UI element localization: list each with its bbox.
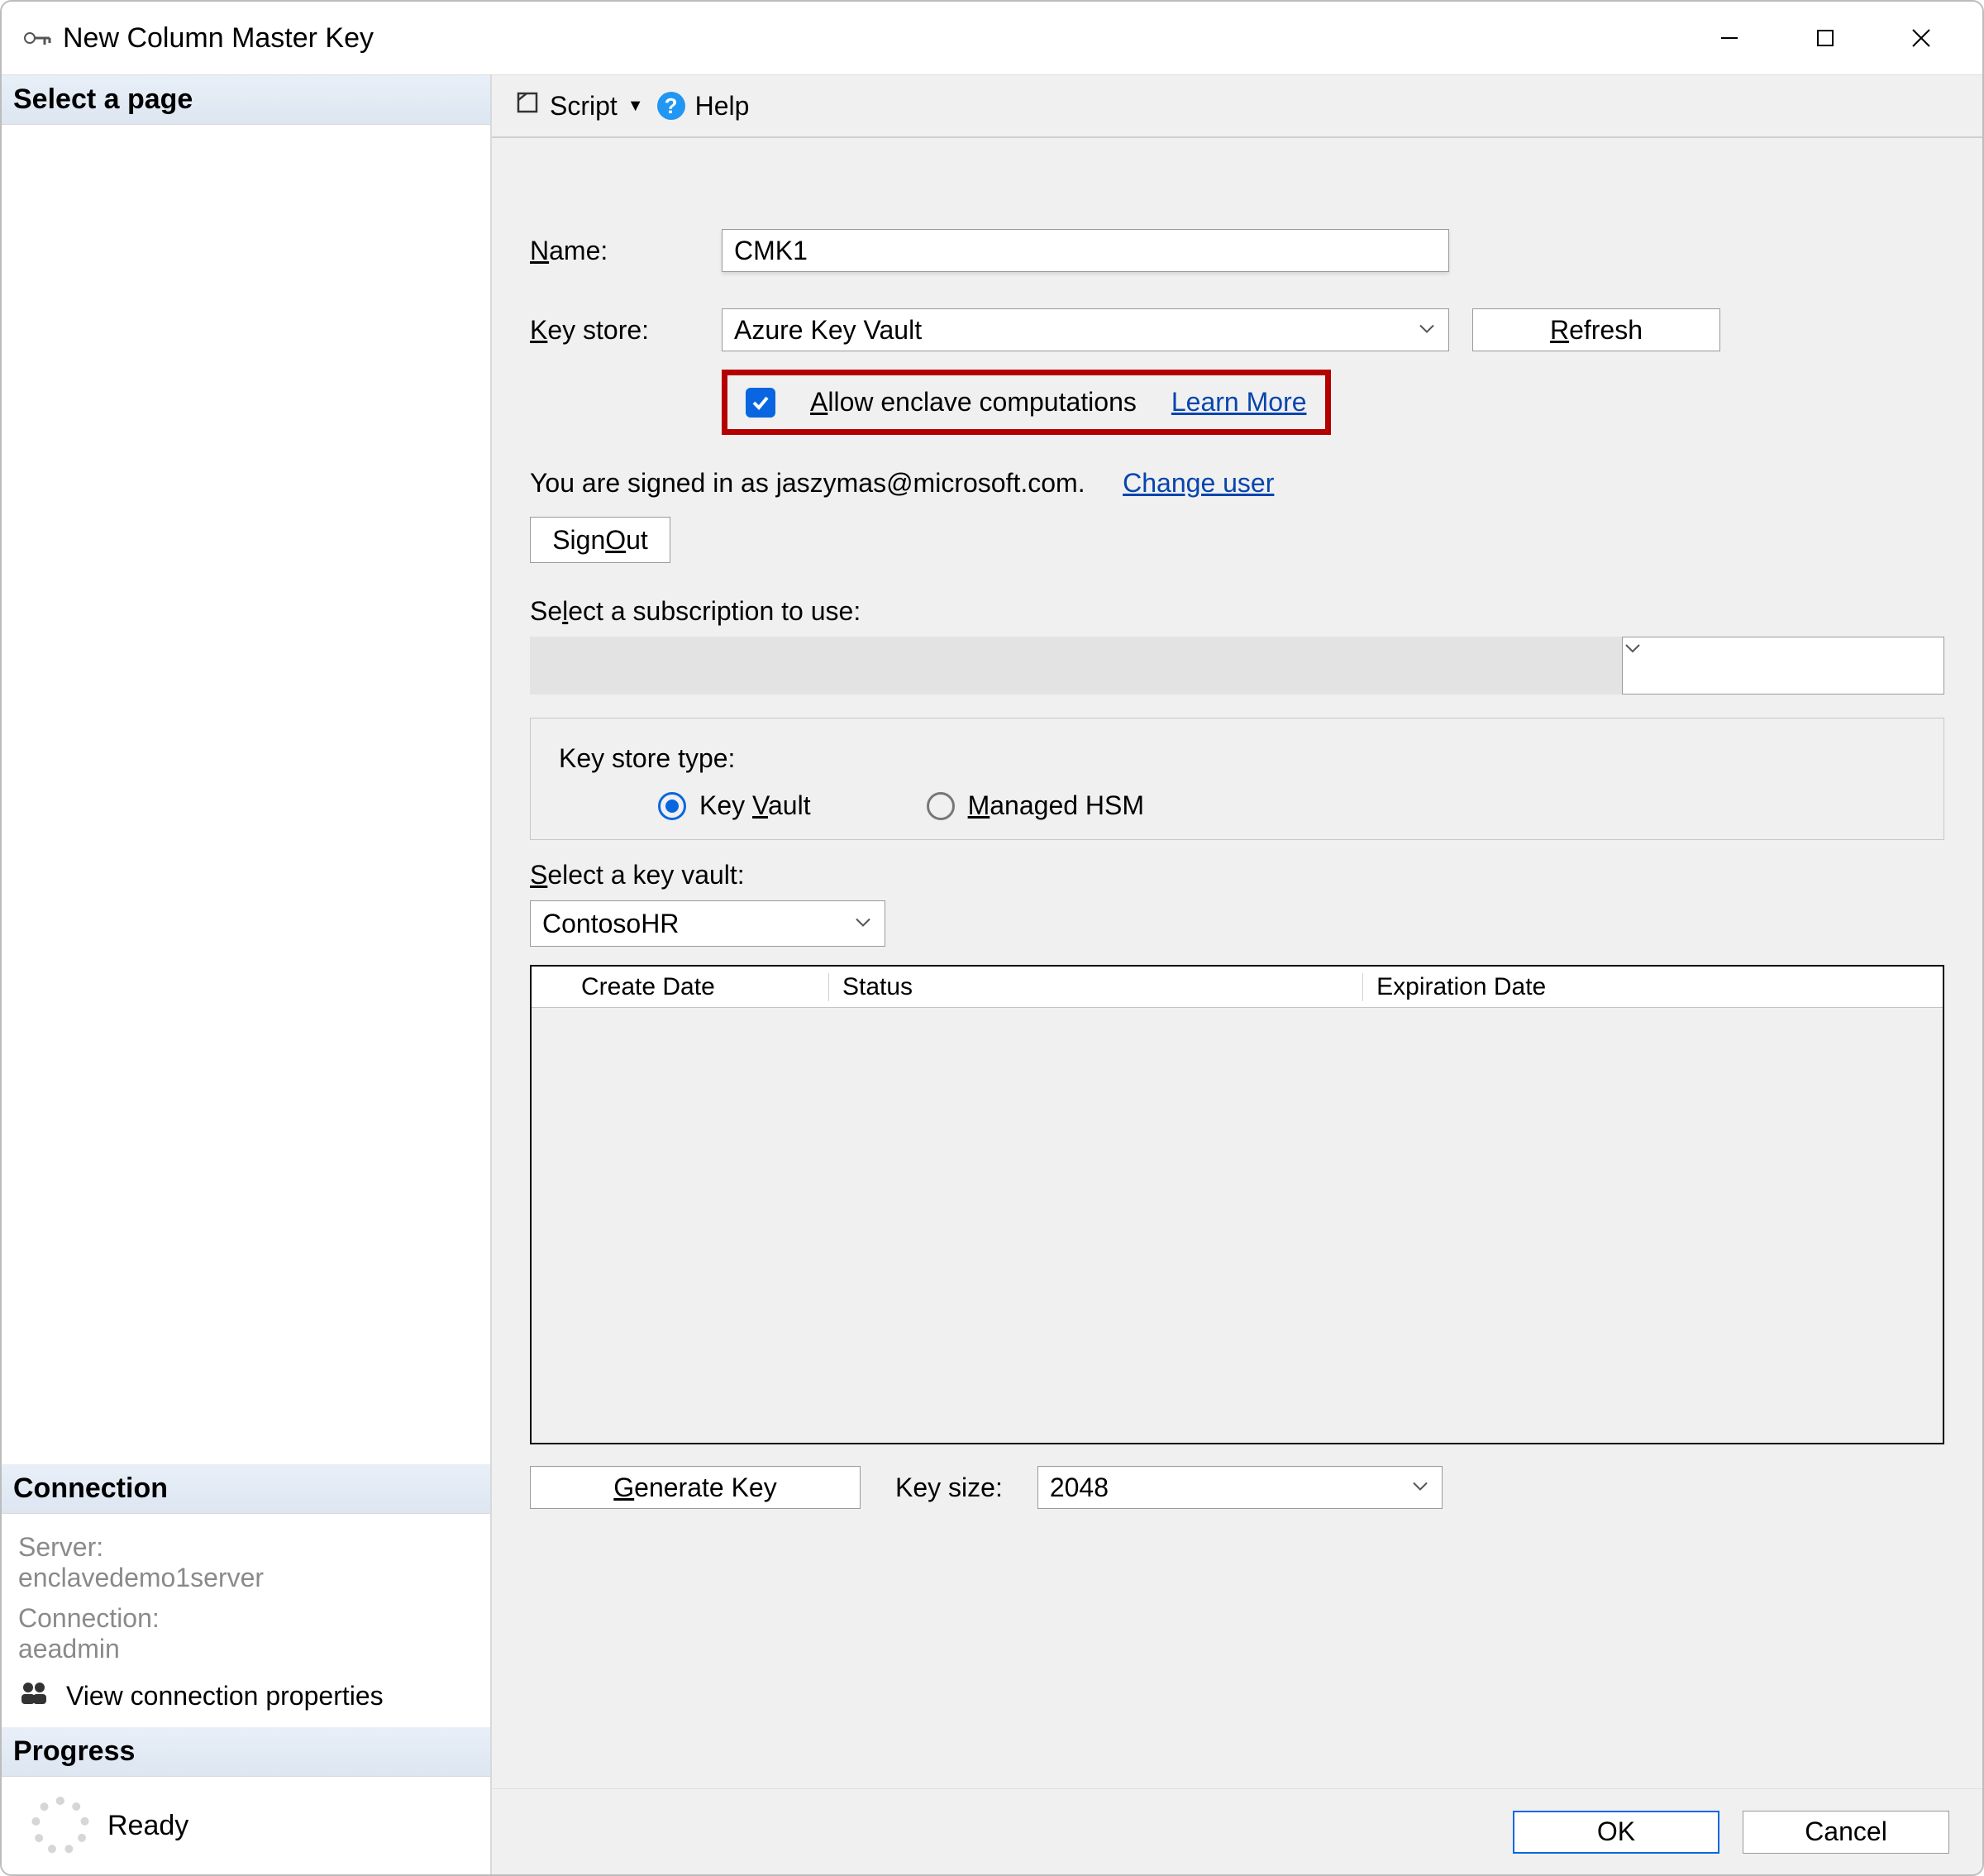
- key-size-select[interactable]: 2048: [1037, 1466, 1443, 1509]
- table-header: Create Date Status Expiration Date: [532, 967, 1943, 1008]
- refresh-button[interactable]: Refresh: [1472, 308, 1720, 351]
- close-button[interactable]: [1873, 13, 1969, 63]
- change-user-link[interactable]: Change user: [1123, 468, 1274, 498]
- subscription-row: [530, 637, 1944, 695]
- minimize-button[interactable]: [1681, 13, 1777, 63]
- subscription-select[interactable]: [1622, 637, 1944, 695]
- subscription-name: [530, 637, 1622, 695]
- select-subscription-label: Select a subscription to use:: [530, 596, 861, 626]
- generate-key-button[interactable]: Generate Key: [530, 1466, 861, 1509]
- col-status[interactable]: Status: [829, 973, 1363, 1001]
- help-label: Help: [695, 91, 750, 122]
- chevron-down-icon: [1417, 315, 1437, 346]
- name-input[interactable]: [722, 229, 1449, 272]
- keystore-type-group: Key store type: Key Vault Managed HSM: [530, 718, 1944, 840]
- people-icon: [18, 1679, 51, 1712]
- view-connection-properties[interactable]: View connection properties: [18, 1679, 474, 1712]
- col-create-date[interactable]: Create Date: [568, 973, 829, 1001]
- col-expiration[interactable]: Expiration Date: [1363, 973, 1943, 1001]
- radio-managed-hsm[interactable]: Managed HSM: [927, 790, 1144, 821]
- script-label: Script: [550, 91, 618, 122]
- allow-enclave-checkbox[interactable]: [746, 388, 775, 418]
- select-key-vault-label: Select a key vault:: [530, 860, 745, 890]
- ok-button[interactable]: OK: [1513, 1811, 1719, 1854]
- progress-header: Progress: [2, 1727, 490, 1777]
- key-vault-value: ContosoHR: [542, 909, 679, 939]
- radio-icon: [658, 792, 686, 820]
- dialog-footer: OK Cancel: [492, 1788, 1982, 1874]
- connection-label: Connection:: [18, 1603, 474, 1634]
- radio-icon: [927, 792, 955, 820]
- keystore-label: Key store:: [530, 315, 722, 346]
- view-connection-label: View connection properties: [66, 1681, 384, 1711]
- keys-table[interactable]: Create Date Status Expiration Date: [530, 965, 1944, 1444]
- help-icon: ?: [657, 92, 685, 120]
- keystore-select[interactable]: Azure Key Vault: [722, 308, 1449, 351]
- enclave-highlight: Allow enclave computations Learn More: [722, 370, 1331, 435]
- script-button[interactable]: Script ▼: [515, 90, 644, 122]
- progress-spinner-icon: [31, 1797, 89, 1855]
- chevron-down-icon: [1410, 1473, 1430, 1503]
- radio-mhsm-label: Managed HSM: [968, 790, 1144, 821]
- allow-enclave-label: Allow enclave computations: [810, 387, 1137, 418]
- radio-key-vault[interactable]: Key Vault: [658, 790, 811, 821]
- main-panel: Script ▼ ? Help Name: Key store:: [492, 75, 1982, 1874]
- chevron-down-icon: [853, 909, 873, 939]
- signed-in-text: You are signed in as jaszymas@microsoft.…: [530, 468, 1085, 498]
- help-button[interactable]: ? Help: [657, 91, 750, 122]
- name-label: Name:: [530, 236, 722, 266]
- select-page-header: Select a page: [2, 75, 490, 125]
- sign-out-button[interactable]: Sign Out: [530, 517, 670, 563]
- connection-header: Connection: [2, 1464, 490, 1514]
- key-size-value: 2048: [1050, 1473, 1109, 1503]
- learn-more-link[interactable]: Learn More: [1171, 387, 1307, 418]
- cancel-button[interactable]: Cancel: [1743, 1811, 1949, 1854]
- titlebar: New Column Master Key: [2, 2, 1982, 74]
- connection-panel: Server: enclavedemo1server Connection: a…: [2, 1514, 490, 1727]
- progress-status: Ready: [107, 1810, 188, 1842]
- progress-panel: Ready: [2, 1777, 490, 1874]
- key-icon: [23, 28, 51, 48]
- server-label: Server:: [18, 1532, 474, 1563]
- radio-key-vault-label: Key Vault: [699, 790, 811, 821]
- key-vault-select[interactable]: ContosoHR: [530, 900, 885, 947]
- dialog-window: New Column Master Key Select a page Conn…: [0, 0, 1984, 1876]
- toolbar: Script ▼ ? Help: [492, 75, 1982, 138]
- window-title: New Column Master Key: [63, 22, 374, 55]
- script-icon: [515, 90, 540, 122]
- chevron-down-icon: ▼: [627, 97, 644, 116]
- key-size-label: Key size:: [895, 1473, 1003, 1503]
- server-value: enclavedemo1server: [18, 1563, 474, 1593]
- keystore-value: Azure Key Vault: [734, 315, 922, 346]
- keystore-type-legend: Key store type:: [559, 743, 1915, 774]
- sidebar: Select a page Connection Server: enclave…: [2, 75, 492, 1874]
- connection-value: aeadmin: [18, 1634, 474, 1664]
- maximize-button[interactable]: [1777, 13, 1873, 63]
- chevron-down-icon: [1623, 637, 1643, 663]
